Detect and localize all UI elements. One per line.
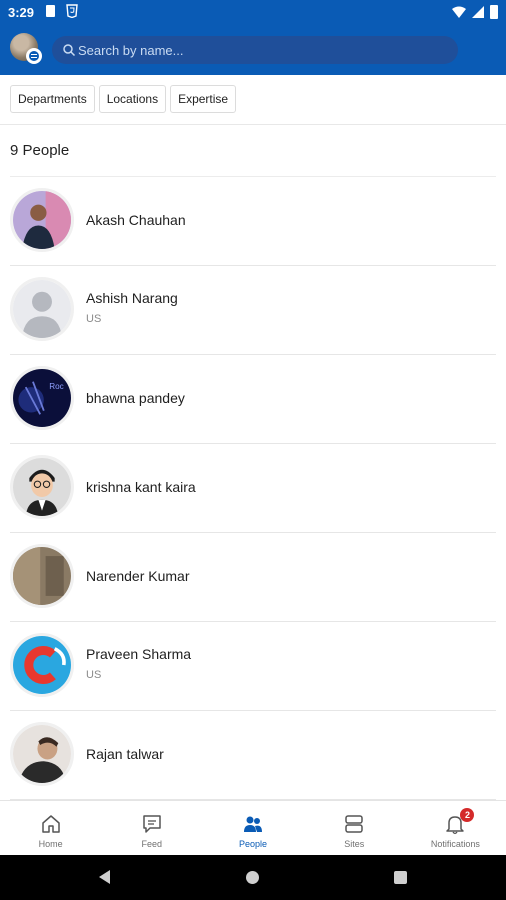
divider — [0, 124, 506, 125]
status-icons — [452, 4, 498, 20]
sim-card-icon — [46, 5, 55, 17]
person-row-akash-chauhan[interactable]: Akash Chauhan — [10, 177, 496, 266]
avatar: Roc — [10, 366, 74, 430]
nav-label: Notifications — [430, 839, 480, 849]
avatar — [10, 633, 74, 697]
avatar — [10, 277, 74, 341]
person-name: Praveen Sharma — [86, 646, 192, 662]
person-row-narender-kumar[interactable]: Narender Kumar — [10, 533, 496, 622]
filter-departments[interactable]: Departments — [10, 85, 95, 113]
person-row-praveen-sharma[interactable]: Praveen Sharma US — [10, 622, 496, 711]
person-name: Rajan talwar — [86, 746, 164, 762]
nav-home[interactable]: Home — [0, 801, 101, 855]
people-icon — [244, 816, 262, 832]
svg-text:Roc: Roc — [49, 382, 63, 391]
person-row-ashish-narang[interactable]: Ashish Narang US — [10, 266, 496, 355]
nav-people[interactable]: People — [202, 801, 303, 855]
person-row-bhawna-pandey[interactable]: Roc bhawna pandey — [10, 355, 496, 444]
search-bar[interactable] — [52, 36, 458, 64]
filter-expertise[interactable]: Expertise — [170, 85, 237, 113]
back-icon[interactable] — [99, 870, 110, 884]
people-count: 9 People — [10, 142, 70, 159]
filter-locations[interactable]: Locations — [98, 85, 167, 113]
notification-count-badge: 2 — [460, 808, 475, 822]
status-bar: 3:29 — [0, 0, 506, 24]
people-list: Akash Chauhan Ashish Narang US Roc bhawn… — [10, 177, 496, 800]
home-icon — [41, 815, 60, 833]
search-input[interactable] — [78, 36, 448, 64]
recents-icon[interactable] — [394, 871, 407, 884]
person-name: bhawna pandey — [86, 390, 185, 406]
wifi-icon — [452, 6, 466, 18]
person-name: krishna kant kaira — [86, 479, 196, 495]
bottom-navigation: Home Feed People Sites 2 Notifications — [0, 800, 506, 855]
sites-icon — [345, 815, 363, 833]
person-location: US — [86, 313, 102, 325]
nav-label: People — [238, 839, 268, 849]
battery-icon — [490, 5, 498, 19]
person-name: Narender Kumar — [86, 568, 190, 584]
app-header: 3:29 — [0, 0, 506, 75]
avatar — [10, 722, 74, 786]
nav-feed[interactable]: Feed — [101, 801, 202, 855]
html5-icon — [66, 4, 78, 18]
nav-sites[interactable]: Sites — [304, 801, 405, 855]
nav-label: Feed — [141, 839, 163, 849]
avatar — [10, 188, 74, 252]
avatar — [10, 544, 74, 608]
avatar — [10, 455, 74, 519]
person-name: Akash Chauhan — [86, 212, 186, 228]
search-icon — [63, 44, 76, 57]
menu-badge-icon[interactable] — [26, 48, 42, 64]
home-button-icon[interactable] — [246, 871, 259, 884]
person-name: Ashish Narang — [86, 290, 178, 306]
people-screen: 3:29 Departments Locations Expertise 9 P… — [0, 0, 506, 900]
nav-notifications[interactable]: 2 Notifications — [405, 801, 506, 855]
feed-icon — [143, 815, 161, 833]
filter-chips: Departments Locations Expertise — [10, 85, 237, 113]
person-location: US — [86, 669, 102, 681]
status-time: 3:29 — [8, 5, 35, 20]
person-row-rajan-talwar[interactable]: Rajan talwar — [10, 711, 496, 800]
signal-icon — [472, 6, 484, 18]
system-navigation-bar — [0, 855, 506, 900]
person-row-krishna-kant-kaira[interactable]: krishna kant kaira — [10, 444, 496, 533]
nav-label: Sites — [344, 839, 365, 849]
nav-label: Home — [38, 839, 63, 849]
